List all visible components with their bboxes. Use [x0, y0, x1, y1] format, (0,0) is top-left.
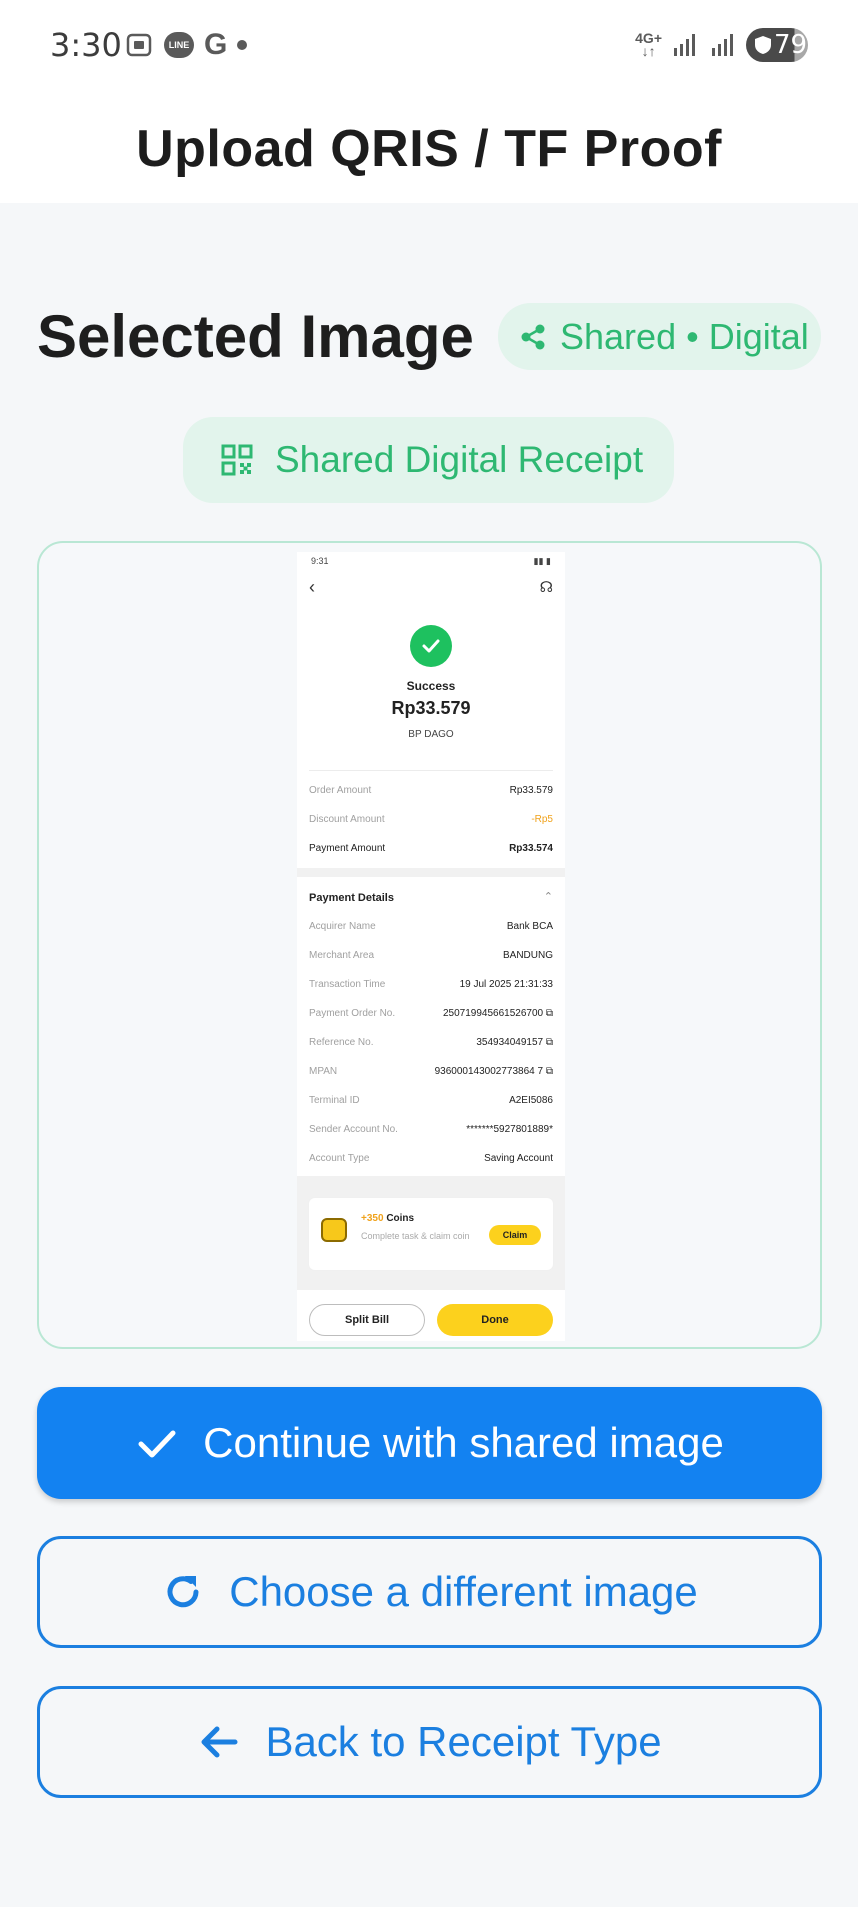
shared-digital-receipt-label: Shared Digital Receipt: [275, 439, 644, 480]
summary-row: Discount Amount -Rp5: [309, 814, 553, 825]
shared-digital-receipt-chip: Shared Digital Receipt: [183, 417, 674, 503]
claim-button: Claim: [489, 1225, 541, 1245]
success-check-icon: [410, 625, 452, 667]
detail-row: Merchant Area BANDUNG: [309, 950, 553, 961]
page-title: Upload QRIS / TF Proof: [136, 120, 722, 178]
coin-icon: [321, 1218, 347, 1242]
status-icons-right: 4G+ ↓↑ 79: [635, 28, 808, 62]
choose-different-image-button[interactable]: Choose a different image: [37, 1536, 822, 1648]
shared-digital-chip: Shared • Digital: [498, 303, 821, 370]
coins-subtitle: Complete task & claim coin: [361, 1231, 470, 1241]
receipt-screenshot: 9:31 ▮▮ ▮ ‹ ☊ Success Rp33.579 BP DAGO O…: [297, 552, 565, 1341]
status-icons-left: LINE G: [124, 28, 248, 61]
continue-label: Continue with shared image: [203, 1419, 724, 1466]
payment-details-title: Payment Details: [309, 892, 394, 904]
qr-code-icon: [221, 444, 253, 476]
receipt-amount: Rp33.579: [391, 698, 471, 718]
receipt-bottom-bar: Split Bill Done: [297, 1292, 565, 1341]
network-4g-icon: 4G+ ↓↑: [635, 30, 662, 59]
receipt-merchant: BP DAGO: [408, 729, 454, 740]
image-preview-frame: 9:31 ▮▮ ▮ ‹ ☊ Success Rp33.579 BP DAGO O…: [37, 541, 822, 1349]
receipt-status: Success: [406, 679, 456, 693]
signal-icon: [670, 30, 700, 60]
receipt-headset-icon: ☊: [539, 579, 553, 596]
status-bar: 3:30 LINE G 4G+ ↓↑ 79: [0, 0, 858, 95]
screenshot-icon: [124, 30, 154, 60]
back-to-receipt-type-button[interactable]: Back to Receipt Type: [37, 1686, 822, 1798]
app-bar: Upload QRIS / TF Proof: [0, 95, 858, 203]
back-label: Back to Receipt Type: [265, 1718, 662, 1765]
section-divider: [297, 868, 565, 877]
receipt-divider: [309, 770, 553, 771]
detail-row: MPAN 936000143002773864 7 ⧉: [309, 1066, 553, 1077]
shield-icon: [755, 36, 771, 54]
continue-with-shared-image-button[interactable]: Continue with shared image: [37, 1387, 822, 1499]
receipt-status-time: 9:31: [311, 556, 329, 566]
status-time: 3:30: [50, 26, 122, 64]
summary-row: Payment Amount Rp33.574: [309, 843, 553, 854]
detail-row: Transaction Time 19 Jul 2025 21:31:33: [309, 979, 553, 990]
detail-row: Terminal ID A2EI5086: [309, 1095, 553, 1106]
choose-label: Choose a different image: [229, 1568, 698, 1615]
done-button: Done: [437, 1304, 553, 1336]
split-bill-button: Split Bill: [309, 1304, 425, 1336]
battery-level: 79: [774, 30, 808, 60]
section-title: Selected Image: [37, 303, 474, 370]
refresh-icon: [167, 1576, 199, 1608]
collapse-chevron-icon: ⌃: [543, 891, 553, 903]
dot-icon: [237, 40, 248, 50]
detail-row: Reference No. 354934049157 ⧉: [309, 1037, 553, 1048]
arrow-left-icon: [201, 1726, 238, 1758]
receipt-back-icon: ‹: [309, 577, 315, 597]
check-icon: [138, 1430, 176, 1458]
detail-row: Payment Order No. 250719945661526700 ⧉: [309, 1008, 553, 1019]
detail-row: Sender Account No. *******5927801889*: [309, 1124, 553, 1135]
shared-digital-label: Shared • Digital: [560, 315, 809, 357]
line-icon: LINE: [164, 32, 194, 58]
signal-icon: [708, 30, 738, 60]
detail-row: Account Type Saving Account: [309, 1153, 553, 1164]
detail-row: Acquirer Name Bank BCA: [309, 921, 553, 932]
google-icon: G: [204, 28, 228, 61]
battery-icon: 79: [746, 28, 808, 62]
coins-title: +350 Coins: [361, 1213, 415, 1224]
summary-row: Order Amount Rp33.579: [309, 785, 553, 796]
receipt-status-icons: ▮▮ ▮: [533, 556, 551, 566]
share-icon: [521, 324, 545, 349]
coins-card: +350 Coins Complete task & claim coin Cl…: [309, 1198, 553, 1270]
